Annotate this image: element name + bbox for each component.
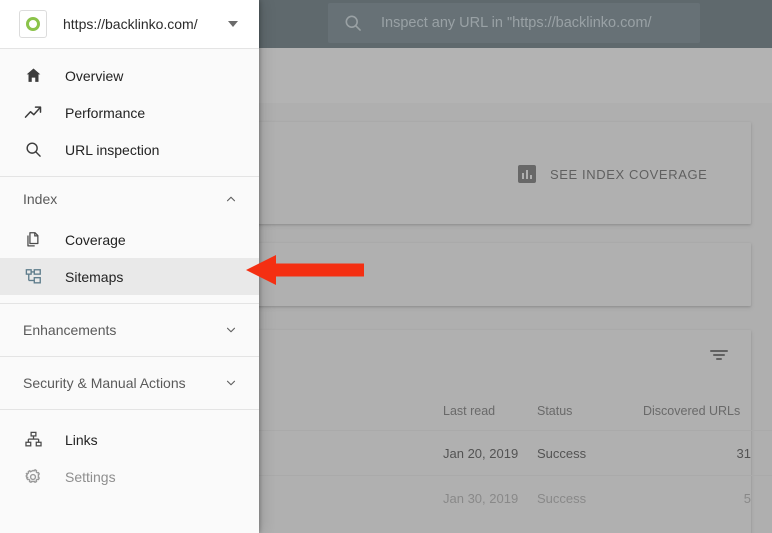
chevron-down-icon [226,327,236,333]
nav-section-index[interactable]: Index [0,177,259,221]
annotation-arrow-icon [246,255,364,285]
green-ring-icon [19,10,47,38]
sidebar-item-links[interactable]: Links [0,421,259,458]
sidebar-item-label: Overview [65,67,124,84]
sidebar-item-url-inspection[interactable]: URL inspection [0,131,259,168]
nav-section-label: Index [23,191,58,207]
property-url-label: https://backlinko.com/ [63,16,198,32]
sidebar-item-label: Links [65,431,98,448]
url-inspection-search-bar[interactable] [328,3,700,43]
cell-status: Success [537,430,643,476]
sidebar-item-sitemaps[interactable]: Sitemaps [0,258,259,295]
sidebar-item-overview[interactable]: Overview [0,57,259,94]
cell-last-read: Jan 20, 2019 [443,430,537,476]
sidebar-item-coverage[interactable]: Coverage [0,221,259,258]
bar-chart-icon [518,165,536,183]
sidebar-item-label: Sitemaps [65,268,124,285]
see-index-coverage-label: SEE INDEX COVERAGE [550,166,708,182]
chevron-up-icon [226,196,236,202]
nav-section-enhancements[interactable]: Enhancements [0,304,259,356]
cell-last-read: Jan 30, 2019 [443,475,537,520]
screenshot-root: ple Total discovered URLs 116 SEE INDEX … [0,0,772,533]
navigation-drawer: https://backlinko.com/ Overview Performa… [0,0,259,533]
sidebar-item-label: URL inspection [65,141,160,158]
sidebar-item-performance[interactable]: Performance [0,94,259,131]
nav-section-security-manual-actions[interactable]: Security & Manual Actions [0,357,259,409]
column-header-discovered[interactable]: Discovered URLs [643,396,772,431]
search-icon [345,15,361,31]
see-index-coverage-button[interactable]: SEE INDEX COVERAGE [518,165,707,183]
property-selector[interactable]: https://backlinko.com/ [0,0,259,49]
nav-group-footer: Links Settings [0,410,259,503]
chevron-down-icon [226,380,236,386]
nav-section-label: Enhancements [23,322,117,338]
nav-group-primary: Overview Performance URL inspection [0,49,259,176]
gear-icon [22,466,44,488]
sitemap-tree-icon [22,266,44,288]
filter-icon[interactable] [707,344,731,368]
nav-section-label: Security & Manual Actions [23,375,186,391]
search-input[interactable] [381,4,700,42]
sidebar-item-label: Performance [65,104,146,121]
cell-status: Success [537,475,643,520]
column-header-status[interactable]: Status [537,396,643,431]
copy-pages-icon [22,229,44,251]
caret-down-icon[interactable] [228,21,238,27]
search-icon [22,139,44,161]
column-header-last-read[interactable]: Last read [443,396,537,431]
trending-up-icon [22,102,44,124]
cell-discovered: 31 [643,430,772,476]
sidebar-item-label: Coverage [65,231,126,248]
sidebar-item-settings[interactable]: Settings [0,458,259,495]
home-icon [22,65,44,87]
cell-discovered: 5 [643,475,772,520]
sidebar-item-label: Settings [65,468,116,485]
hierarchy-icon [22,429,44,451]
